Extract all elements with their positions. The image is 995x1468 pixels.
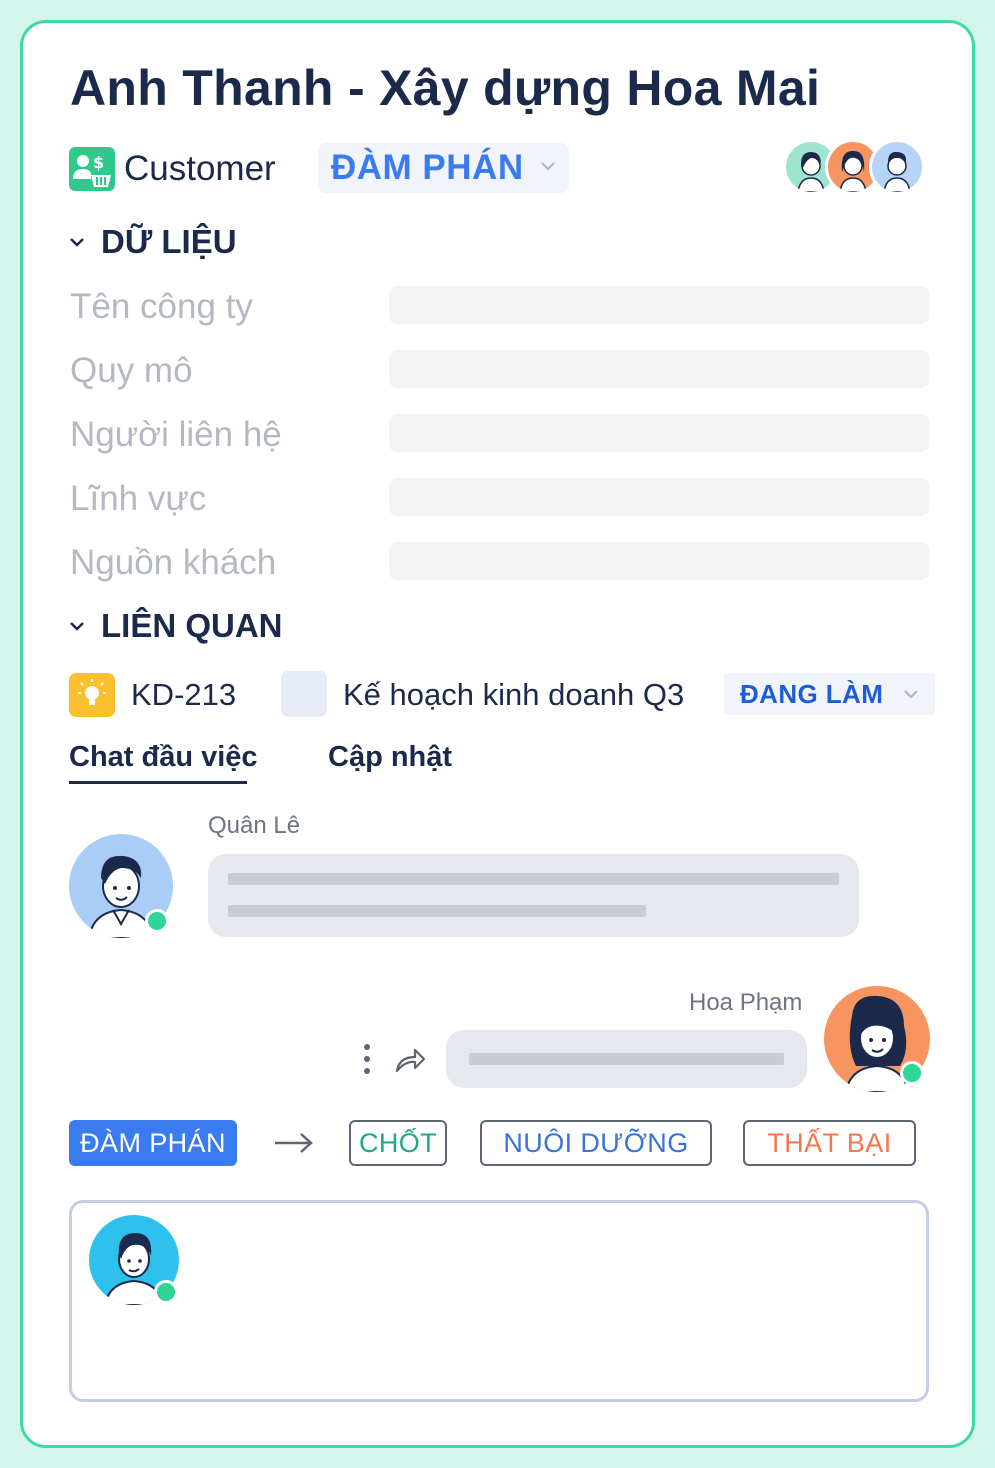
category-label: Customer (124, 149, 276, 188)
current-stage-button[interactable]: ĐÀM PHÁN (69, 1120, 237, 1166)
online-status-dot (154, 1280, 178, 1304)
related-task-name[interactable]: Kế hoạch kinh doanh Q3 (343, 677, 684, 713)
field-label-source: Nguồn khách (70, 543, 277, 582)
message-sender: Quân Lê (208, 812, 301, 839)
field-value-source[interactable] (389, 542, 929, 580)
field-value-scale[interactable] (389, 350, 929, 388)
message-text-placeholder (469, 1053, 784, 1065)
field-value-company[interactable] (389, 286, 929, 324)
forward-icon[interactable] (393, 1045, 427, 1075)
arrow-right-icon (275, 1133, 313, 1153)
chevron-down-icon (904, 690, 918, 699)
chevron-down-icon (70, 622, 84, 631)
field-label-industry: Lĩnh vực (70, 479, 207, 518)
customer-money-icon: $ (69, 147, 115, 191)
field-label-contact: Người liên hệ (70, 415, 282, 454)
stage-won-button[interactable]: CHỐT (349, 1120, 447, 1166)
stage-dropdown[interactable]: ĐÀM PHÁN (318, 143, 569, 193)
section-data-title: DỮ LIỆU (101, 223, 237, 260)
stage-lost-button[interactable]: THẤT BẠI (743, 1120, 916, 1166)
online-status-dot (145, 909, 169, 933)
tab-task-chat[interactable]: Chat đầu việc (69, 741, 258, 774)
lightbulb-icon (69, 673, 115, 717)
online-status-dot (900, 1061, 924, 1085)
field-value-industry[interactable] (389, 478, 929, 516)
more-options-icon[interactable] (359, 1043, 375, 1077)
message-composer[interactable] (69, 1200, 929, 1402)
chevron-down-icon (541, 162, 555, 171)
section-related-title: LIÊN QUAN (101, 607, 283, 644)
stage-dropdown-value: ĐÀM PHÁN (331, 148, 524, 187)
chevron-down-icon (70, 238, 84, 247)
related-task-id[interactable]: KD-213 (131, 677, 236, 713)
task-status-dropdown[interactable]: ĐANG LÀM (724, 673, 935, 715)
message-bubble[interactable] (446, 1030, 807, 1088)
stage-nurture-button[interactable]: NUÔI DƯỠNG (480, 1120, 712, 1166)
message-bubble[interactable] (208, 854, 859, 937)
lead-detail-card: Anh Thanh - Xây dựng Hoa Mai $ Customer … (20, 20, 975, 1448)
message-sender: Hoa Phạm (689, 989, 803, 1016)
svg-text:$: $ (93, 153, 104, 172)
assignee-avatars[interactable] (783, 139, 928, 197)
task-status-value: ĐANG LÀM (740, 678, 884, 709)
section-data-toggle[interactable]: DỮ LIỆU (67, 223, 237, 261)
avatar-man[interactable] (869, 139, 925, 195)
message-text-placeholder (228, 873, 839, 885)
page-title: Anh Thanh - Xây dựng Hoa Mai (70, 60, 821, 116)
tab-updates[interactable]: Cập nhật (328, 741, 452, 774)
field-value-contact[interactable] (389, 414, 929, 452)
section-related-toggle[interactable]: LIÊN QUAN (67, 607, 283, 645)
field-label-company: Tên công ty (70, 287, 253, 326)
task-checkbox[interactable] (281, 671, 327, 717)
message-text-placeholder (228, 905, 646, 917)
active-tab-indicator (69, 781, 247, 784)
field-label-scale: Quy mô (70, 351, 193, 390)
